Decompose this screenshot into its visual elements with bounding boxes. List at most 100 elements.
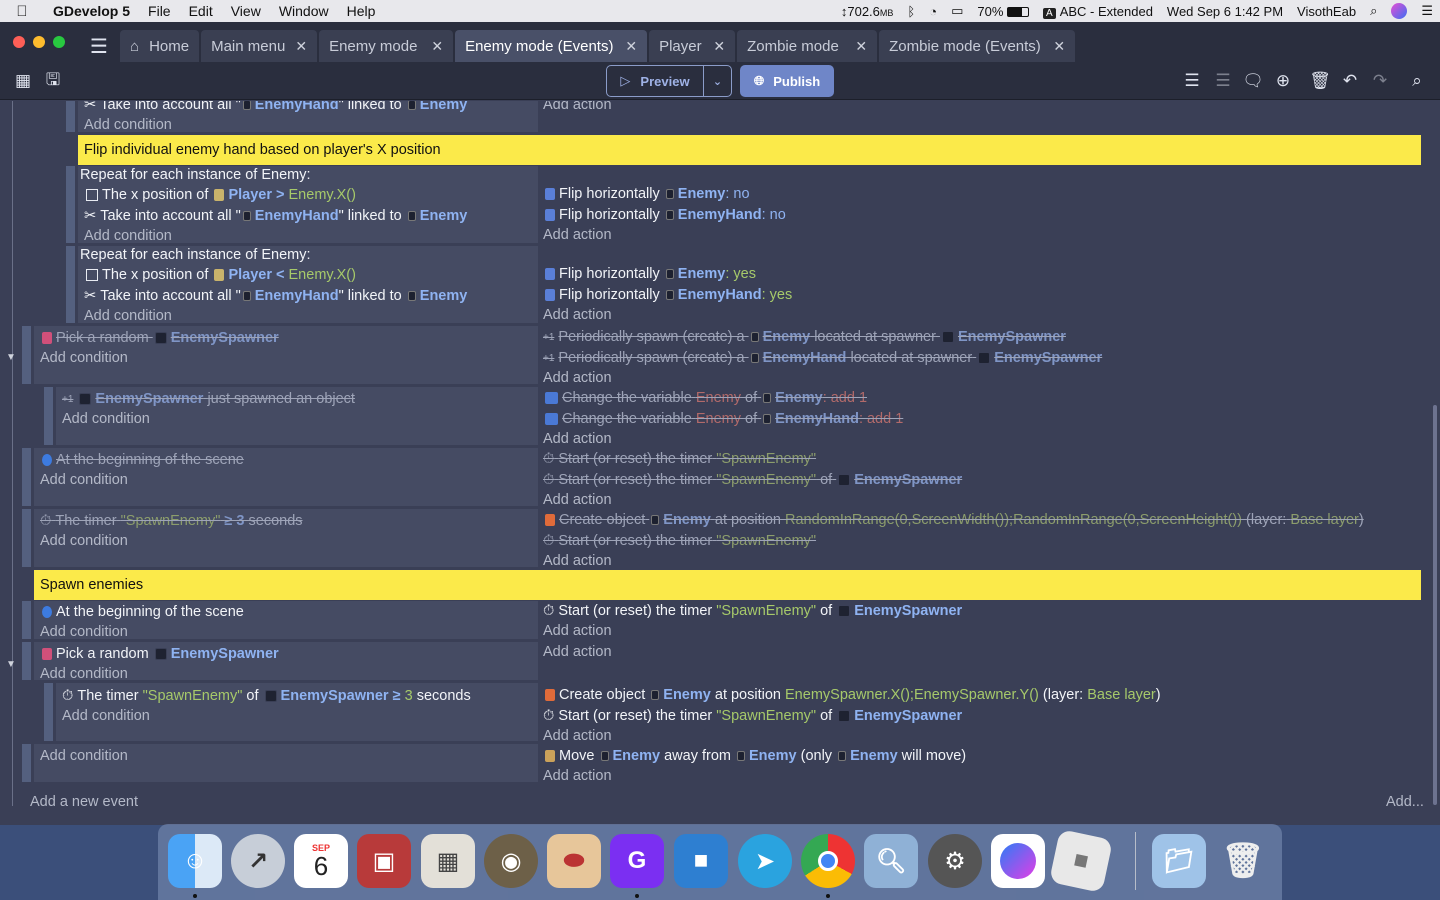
action-flip-horizontally[interactable]: Flip horizontally Enemy: yes [543, 264, 756, 284]
condition-take-into-account[interactable]: ✂︎ Take into account all " EnemyHand " lin… [84, 286, 467, 306]
menu-app-name[interactable]: GDevelop 5 [44, 3, 139, 19]
action-flip-horizontally[interactable]: Flip horizontally Enemy: no [543, 184, 750, 204]
action-start-timer-disabled[interactable]: ⏱︎ Start (or reset) the timer "SpawnEnem… [543, 531, 816, 551]
preview-dropdown-icon[interactable]: ⌄ [704, 75, 731, 88]
event-margin[interactable] [66, 101, 75, 132]
add-icon[interactable]: ⊕ [1270, 68, 1296, 94]
action-create-object[interactable]: Create object Enemy at position EnemySpa… [543, 685, 1161, 705]
add-condition-link[interactable]: Add condition [62, 706, 150, 726]
event-margin[interactable] [22, 744, 31, 782]
objects-panel-icon[interactable]: ▦ [10, 68, 36, 94]
add-action-link[interactable]: Add action [543, 429, 612, 449]
collapse-arrow-icon[interactable]: ▼ [6, 347, 16, 367]
add-condition-link[interactable]: Add condition [84, 306, 172, 326]
close-tab-icon[interactable]: ✕ [1053, 38, 1065, 55]
condition-take-into-account[interactable]: ✂︎ Take into account all " EnemyHand " lin… [84, 101, 467, 115]
calendar-icon[interactable]: SEP 6 [294, 834, 348, 888]
add-action-link[interactable]: Add action [543, 621, 612, 641]
tab-main-menu[interactable]: Main menu ✕ [201, 30, 318, 62]
menu-edit[interactable]: Edit [180, 3, 222, 19]
action-create-object-disabled[interactable]: Create object Enemy at position RandomIn… [543, 510, 1364, 530]
trash-icon[interactable]: 🗑︎ [1216, 834, 1270, 888]
add-new-event-link[interactable]: Add a new event [30, 792, 138, 812]
action-flip-horizontally[interactable]: Flip horizontally EnemyHand: yes [543, 285, 792, 305]
condition-scene-start[interactable]: At the beginning of the scene [40, 602, 244, 622]
collapse-arrow-icon[interactable]: ▼ [6, 654, 16, 674]
add-condition-link[interactable]: Add condition [40, 622, 128, 642]
zoom-window-button[interactable] [53, 36, 65, 48]
tab-player[interactable]: Player ✕ [649, 30, 736, 62]
condition-x-position[interactable]: The x position of Player > Enemy.X() [84, 185, 356, 205]
comment-event[interactable]: Spawn enemies [34, 570, 1421, 600]
bluetooth-icon[interactable]: ᛒ [900, 4, 922, 19]
tab-zombie-mode[interactable]: Zombie mode ✕ [737, 30, 878, 62]
condition-x-position[interactable]: The x position of Player < Enemy.X() [84, 265, 356, 285]
repeat-header[interactable]: Repeat for each instance of Enemy: [80, 245, 311, 265]
battery-status[interactable]: 70% [970, 4, 1036, 19]
wifi-icon[interactable]: ◔ [922, 4, 944, 19]
add-more-link[interactable]: Add... [1386, 792, 1424, 812]
action-periodic-spawn-disabled[interactable]: +1 Periodically spawn (create) a EnemyHan… [543, 348, 1102, 368]
add-condition-link[interactable]: Add condition [84, 226, 172, 246]
roblox-icon[interactable]: ■ [1048, 828, 1114, 894]
add-comment-icon[interactable]: 🗨︎ [1240, 68, 1266, 94]
add-action-link[interactable]: Add action [543, 368, 612, 388]
comment-event[interactable]: Flip individual enemy hand based on play… [78, 135, 1421, 165]
tab-zombie-mode-events[interactable]: Zombie mode (Events) ✕ [879, 30, 1076, 62]
siri-icon[interactable] [1391, 3, 1408, 19]
close-window-button[interactable] [13, 36, 25, 48]
downloads-folder-icon[interactable]: 📁︎ [1152, 834, 1206, 888]
finder-icon[interactable]: ☺ [168, 834, 222, 888]
save-icon[interactable]: 🖫 [40, 68, 66, 94]
action-flip-horizontally[interactable]: Flip horizontally EnemyHand: no [543, 205, 786, 225]
clock[interactable]: Wed Sep 6 1:42 PM [1160, 4, 1290, 19]
action-periodic-spawn-disabled[interactable]: +1 Periodically spawn (create) a Enemy lo… [543, 327, 1066, 347]
add-condition-link[interactable]: Add condition [40, 470, 128, 490]
condition-pick-random-disabled[interactable]: Pick a random EnemySpawner [40, 328, 279, 348]
add-action-link[interactable]: Add action [543, 225, 612, 245]
condition-timer-disabled[interactable]: ⏱︎ The timer "SpawnEnemy" ≥ 3 seconds [40, 511, 303, 531]
apple-icon[interactable]:  [0, 3, 44, 20]
spotlight-icon[interactable]: ⌕ [1363, 3, 1384, 19]
event-margin[interactable] [44, 387, 53, 445]
input-source[interactable]: A ABC - Extended [1036, 4, 1160, 19]
messenger-icon[interactable] [991, 834, 1045, 888]
add-action-link[interactable]: Add action [543, 642, 612, 662]
tab-enemy-mode[interactable]: Enemy mode ✕ [319, 30, 454, 62]
add-action-link[interactable]: Add action [543, 766, 612, 786]
hamburger-menu-icon[interactable]: ☰ [90, 30, 116, 62]
gdevelop-icon[interactable]: G [610, 834, 664, 888]
menu-view[interactable]: View [222, 3, 270, 19]
add-action-link[interactable]: Add action [543, 101, 612, 115]
network-stat[interactable]: ↕702.6MB [834, 4, 901, 19]
close-tab-icon[interactable]: ✕ [855, 38, 867, 55]
event-margin[interactable] [66, 246, 75, 323]
user-name[interactable]: VisothEab [1290, 4, 1363, 19]
close-tab-icon[interactable]: ✕ [625, 38, 637, 55]
redo-icon[interactable]: ↷ [1367, 68, 1393, 94]
action-start-timer-disabled[interactable]: ⏱︎ Start (or reset) the timer "SpawnEnem… [543, 449, 816, 469]
publish-button[interactable]: 🌐︎ Publish [740, 65, 834, 97]
add-condition-link[interactable]: Add condition [62, 409, 150, 429]
event-margin[interactable] [22, 601, 31, 639]
add-event-icon[interactable]: ☰ [1179, 68, 1205, 94]
action-change-variable-disabled[interactable]: Change the variable Enemy of EnemyHand: … [543, 409, 903, 429]
menu-help[interactable]: Help [338, 3, 385, 19]
gimp-icon[interactable]: ◉ [484, 834, 538, 888]
search-icon[interactable]: ⌕ [1404, 68, 1430, 94]
paint-palette-icon[interactable]: ⬬ [547, 834, 601, 888]
lego-icon[interactable]: ■ [674, 834, 728, 888]
condition-timer[interactable]: ⏱︎ The timer "SpawnEnemy" of EnemySpawne… [62, 686, 471, 706]
add-condition-link[interactable]: Add condition [40, 746, 128, 766]
event-margin[interactable] [44, 683, 53, 741]
add-condition-link[interactable]: Add condition [40, 348, 128, 368]
action-start-timer[interactable]: ⏱︎ Start (or reset) the timer "SpawnEnem… [543, 706, 962, 726]
event-margin[interactable] [22, 642, 31, 680]
system-preferences-icon[interactable]: ⚙ [928, 834, 982, 888]
delete-icon[interactable]: 🗑︎ [1307, 68, 1333, 94]
add-action-link[interactable]: Add action [543, 490, 612, 510]
event-margin[interactable] [22, 326, 31, 384]
event-margin[interactable] [22, 509, 31, 567]
add-subevent-icon[interactable]: ☰ [1210, 68, 1236, 94]
menu-window[interactable]: Window [270, 3, 338, 19]
